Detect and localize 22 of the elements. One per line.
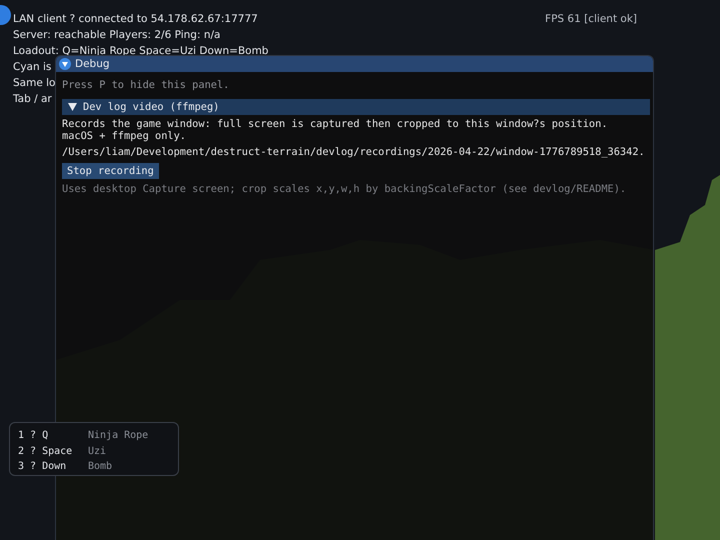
hud-text: LAN client ? connected to 54.178.62.67:17777 xyxy=(13,12,258,27)
caret-icon xyxy=(68,103,77,111)
note-text: Uses desktop Capture screen; crop scales x,y,w,h by backingScaleFactor (see devlog/README). xyxy=(62,182,628,196)
hud-text: Cyan is xyxy=(13,60,52,75)
weapon-name: Ninja Rope xyxy=(88,429,150,443)
fps-text: FPS 61 [client ok] xyxy=(545,12,637,27)
section-header[interactable]: Dev log video (ffmpeg) xyxy=(62,99,650,115)
collapse-icon[interactable] xyxy=(59,58,71,70)
panel-title: Debug xyxy=(75,58,110,70)
hud-text: Tab / ar xyxy=(13,92,52,107)
hud-text: Server: reachable Players: 2/6 Ping: n/a xyxy=(13,28,220,43)
description-text: Records the game window: full screen is captured then cropped to this window?s position. macOS + ffmpeg only. xyxy=(62,118,609,142)
weapon-name: Bomb xyxy=(88,460,114,474)
loadout-key: 3 ? Down xyxy=(18,459,88,475)
hint-text: Press P to hide this panel. xyxy=(62,78,230,93)
file-path: /Users/liam/Development/destruct-terrain/devlog/recordings/2026-04-22/window-1776789518_36342. xyxy=(62,145,646,159)
hud-text: Same lo xyxy=(13,76,56,91)
stop-recording-button[interactable]: Stop recording xyxy=(62,163,159,179)
loadout-key: 1 ? Q xyxy=(18,428,88,444)
loadout-key: 2 ? Space xyxy=(18,444,88,460)
weapon-name: Uzi xyxy=(88,444,108,459)
hud-text: Loadout: Q=Ninja Rope Space=Uzi Down=Bomb xyxy=(13,44,268,59)
